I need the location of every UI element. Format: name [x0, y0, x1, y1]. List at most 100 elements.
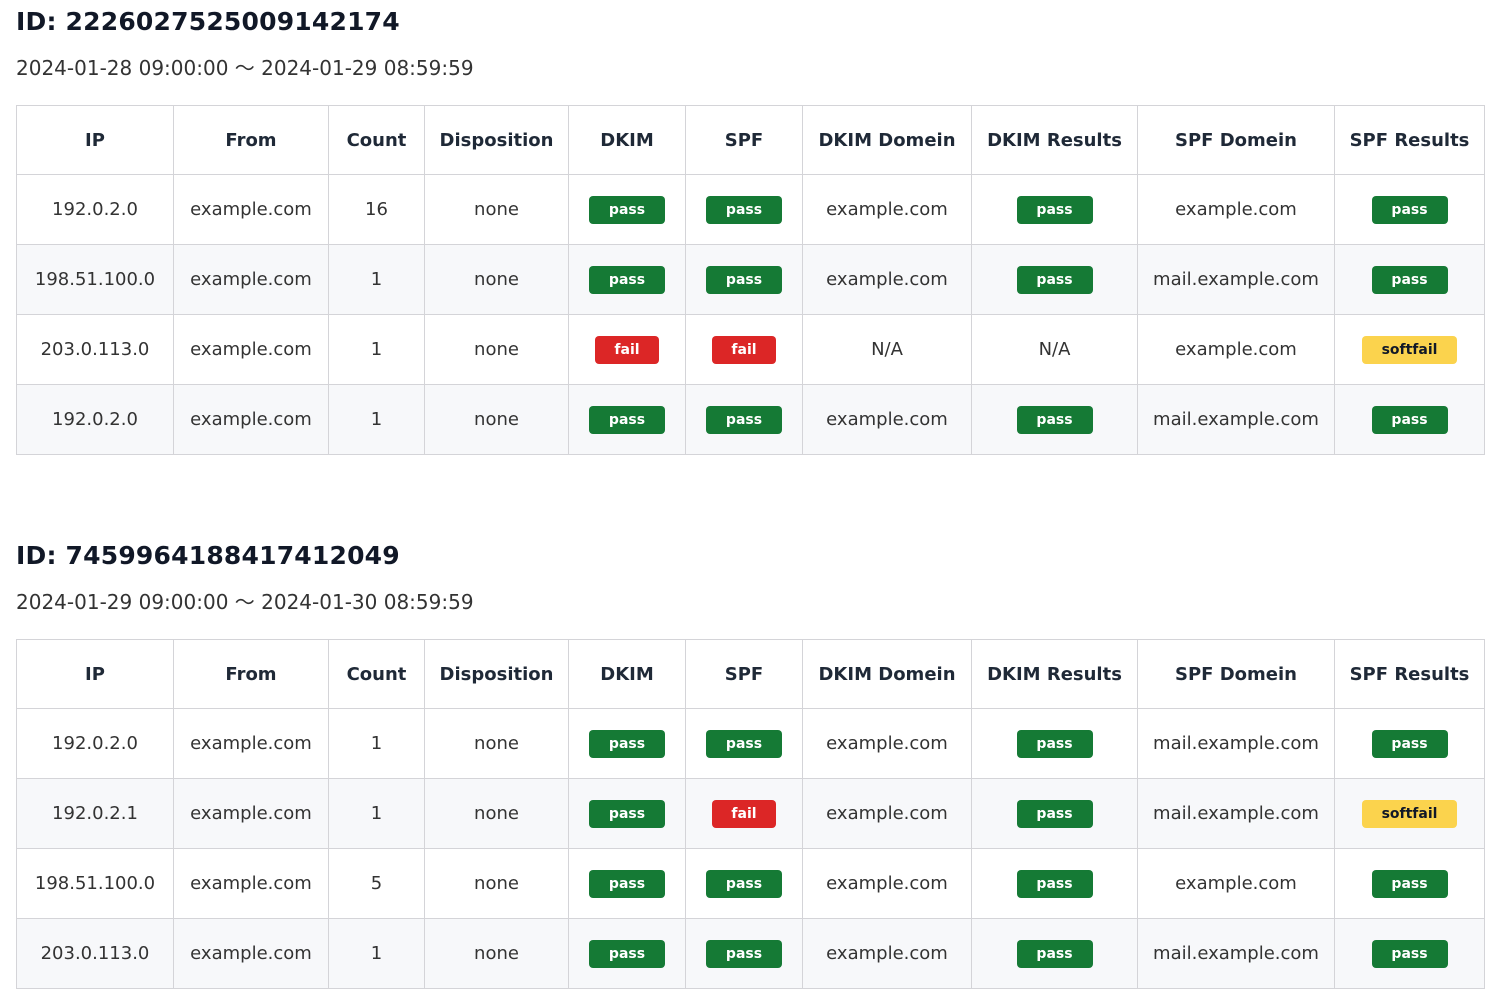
- table-row: 203.0.113.0 example.com 1 none fail fail…: [16, 314, 1485, 385]
- spf-status-badge: fail: [712, 799, 776, 828]
- report-period: 2024-01-28 09:00:00 〜 2024-01-29 08:59:5…: [16, 56, 474, 80]
- column-header-disposition: Disposition: [424, 105, 569, 175]
- table-row: 198.51.100.0 example.com 5 none pass pas…: [16, 848, 1485, 919]
- dkim-domain-cell: example.com: [802, 778, 972, 849]
- ip-cell: 192.0.2.0: [16, 708, 174, 779]
- ip-cell: 198.51.100.0: [16, 244, 174, 315]
- ip-cell: 203.0.113.0: [16, 314, 174, 385]
- from-cell: example.com: [173, 918, 329, 989]
- ip-cell: 198.51.100.0: [16, 848, 174, 919]
- dkim-domain-cell: example.com: [802, 848, 972, 919]
- dkim-results-cell: pass: [971, 848, 1138, 919]
- count-cell: 5: [328, 848, 425, 919]
- dkim-status-badge: pass: [589, 405, 665, 434]
- dkim-cell: pass: [568, 384, 686, 455]
- dkim-cell: fail: [568, 314, 686, 385]
- dkim-status-badge: pass: [589, 869, 665, 898]
- dkim-domain-cell: N/A: [802, 314, 972, 385]
- spf-results-cell: pass: [1334, 244, 1485, 315]
- column-header-spf-results: SPF Results: [1334, 639, 1485, 709]
- dkim-domain-cell: example.com: [802, 708, 972, 779]
- spf-status-badge: pass: [706, 939, 782, 968]
- column-header-disposition: Disposition: [424, 639, 569, 709]
- column-header-ip: IP: [16, 105, 174, 175]
- dkim-results-cell: N/A: [971, 314, 1138, 385]
- spf-result-badge: pass: [1371, 265, 1448, 294]
- dkim-status-badge: pass: [589, 729, 665, 758]
- spf-result-badge: pass: [1371, 939, 1448, 968]
- dkim-result-badge: pass: [1016, 265, 1093, 294]
- spf-results-cell: softfail: [1334, 778, 1485, 849]
- spf-cell: pass: [685, 918, 803, 989]
- dkim-domain-cell: example.com: [802, 384, 972, 455]
- dkim-results-cell: pass: [971, 244, 1138, 315]
- report-period: 2024-01-29 09:00:00 〜 2024-01-30 08:59:5…: [16, 590, 474, 614]
- column-header-count: Count: [328, 639, 425, 709]
- table-header-row: IP From Count Disposition DKIM SPF DKIM …: [16, 105, 1485, 175]
- table-row: 192.0.2.0 example.com 1 none pass pass e…: [16, 384, 1485, 455]
- from-cell: example.com: [173, 244, 329, 315]
- column-header-dkim-results: DKIM Results: [971, 639, 1138, 709]
- spf-domain-cell: example.com: [1137, 174, 1335, 245]
- spf-domain-cell: mail.example.com: [1137, 708, 1335, 779]
- dkim-result-badge: pass: [1016, 939, 1093, 968]
- dkim-domain-cell: example.com: [802, 244, 972, 315]
- column-header-from: From: [173, 639, 329, 709]
- report-table: IP From Count Disposition DKIM SPF DKIM …: [16, 105, 1485, 455]
- disposition-cell: none: [424, 848, 569, 919]
- dkim-cell: pass: [568, 848, 686, 919]
- table-row: 192.0.2.0 example.com 1 none pass pass e…: [16, 708, 1485, 779]
- from-cell: example.com: [173, 708, 329, 779]
- column-header-spf-domain: SPF Domein: [1137, 105, 1335, 175]
- table-row: 198.51.100.0 example.com 1 none pass pas…: [16, 244, 1485, 315]
- dkim-results-cell: pass: [971, 918, 1138, 989]
- spf-domain-cell: mail.example.com: [1137, 244, 1335, 315]
- count-cell: 1: [328, 314, 425, 385]
- dkim-results-cell: pass: [971, 778, 1138, 849]
- ip-cell: 203.0.113.0: [16, 918, 174, 989]
- table-row: 192.0.2.0 example.com 16 none pass pass …: [16, 174, 1485, 245]
- ip-cell: 192.0.2.1: [16, 778, 174, 849]
- column-header-spf: SPF: [685, 105, 803, 175]
- spf-result-badge: softfail: [1362, 335, 1457, 364]
- dkim-status-badge: fail: [595, 335, 659, 364]
- count-cell: 1: [328, 778, 425, 849]
- spf-cell: fail: [685, 314, 803, 385]
- column-header-ip: IP: [16, 639, 174, 709]
- spf-status-badge: pass: [706, 195, 782, 224]
- column-header-dkim: DKIM: [568, 105, 686, 175]
- spf-status-badge: pass: [706, 869, 782, 898]
- spf-cell: pass: [685, 848, 803, 919]
- column-header-count: Count: [328, 105, 425, 175]
- report-id-title: ID: 2226027525009142174: [16, 7, 400, 36]
- column-header-dkim-domain: DKIM Domein: [802, 105, 972, 175]
- spf-domain-cell: mail.example.com: [1137, 918, 1335, 989]
- disposition-cell: none: [424, 708, 569, 779]
- disposition-cell: none: [424, 918, 569, 989]
- dkim-domain-cell: example.com: [802, 918, 972, 989]
- disposition-cell: none: [424, 174, 569, 245]
- spf-cell: pass: [685, 708, 803, 779]
- column-header-from: From: [173, 105, 329, 175]
- spf-status-badge: pass: [706, 405, 782, 434]
- from-cell: example.com: [173, 848, 329, 919]
- dkim-status-badge: pass: [589, 939, 665, 968]
- spf-result-badge: pass: [1371, 405, 1448, 434]
- dkim-status-badge: pass: [589, 265, 665, 294]
- spf-cell: fail: [685, 778, 803, 849]
- dkim-cell: pass: [568, 244, 686, 315]
- count-cell: 1: [328, 384, 425, 455]
- spf-result-badge: pass: [1371, 729, 1448, 758]
- spf-results-cell: pass: [1334, 848, 1485, 919]
- spf-domain-cell: example.com: [1137, 314, 1335, 385]
- dkim-result-badge: pass: [1016, 729, 1093, 758]
- spf-result-badge: pass: [1371, 195, 1448, 224]
- spf-status-badge: fail: [712, 335, 776, 364]
- column-header-dkim: DKIM: [568, 639, 686, 709]
- dkim-status-badge: pass: [589, 195, 665, 224]
- spf-results-cell: pass: [1334, 384, 1485, 455]
- spf-domain-cell: example.com: [1137, 848, 1335, 919]
- count-cell: 16: [328, 174, 425, 245]
- column-header-spf-domain: SPF Domein: [1137, 639, 1335, 709]
- disposition-cell: none: [424, 314, 569, 385]
